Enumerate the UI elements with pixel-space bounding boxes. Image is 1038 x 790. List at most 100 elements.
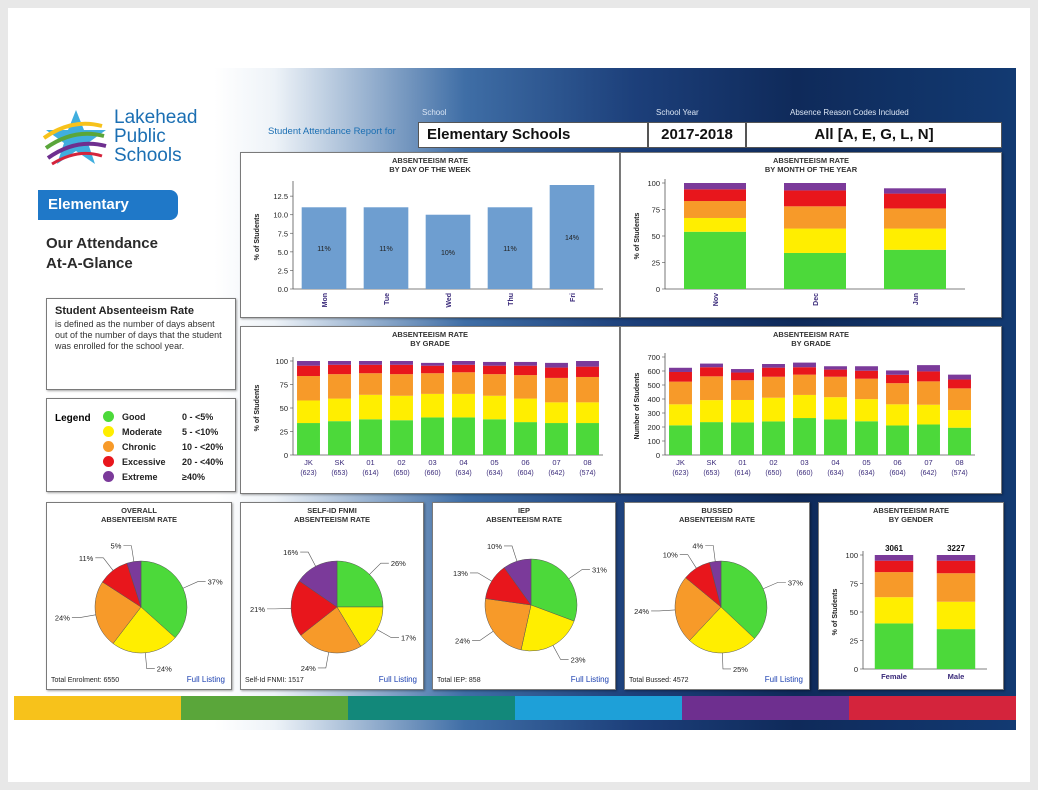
bar-segment-excessive <box>884 193 946 209</box>
x-tick-sublabel: (653) <box>331 470 347 477</box>
pie-data-label: 5% <box>111 542 122 551</box>
pie-data-label: 24% <box>634 607 649 616</box>
y-tick-label: 700 <box>647 353 660 362</box>
legend-swatch-icon <box>103 426 114 437</box>
bar-segment-chronic <box>793 374 816 395</box>
x-tick-label: 05 <box>862 458 870 467</box>
school-field[interactable]: Elementary Schools <box>418 122 648 148</box>
panel-grade-num: ABSENTEEISM RATE BY GRADE 0 100 200 300 400 50… <box>620 326 1002 494</box>
bar-segment-excessive <box>948 379 971 389</box>
pie-data-label: 10% <box>487 542 502 551</box>
x-tick-label: SK <box>334 458 344 467</box>
bar-segment-excessive <box>545 367 568 378</box>
legend-item-label: Extreme <box>122 471 158 482</box>
bar-data-label: 11% <box>379 246 393 253</box>
year-field[interactable]: 2017-2018 <box>648 122 746 148</box>
bar-segment-moderate <box>452 393 475 418</box>
x-tick-label: 02 <box>769 458 777 467</box>
legend-item: Chronic 10 - <20% <box>103 439 223 454</box>
y-tick-label: 0 <box>656 285 660 294</box>
bar-segment-excessive <box>762 367 785 377</box>
iep-full-listing-link[interactable]: Full Listing <box>571 675 609 684</box>
panel-grade-pct: ABSENTEEISM RATE BY GRADE 0 25 50 75 100% of … <box>240 326 620 494</box>
bar-data-label: 10% <box>441 250 455 257</box>
bar-segment-extreme <box>359 361 382 365</box>
bar-segment-extreme <box>824 366 847 370</box>
x-tick-sublabel: (574) <box>579 470 595 477</box>
chart-bussed: 37% 25% 24% 10% 4% <box>634 541 803 673</box>
pie-leader-line <box>317 652 330 669</box>
panel-month: ABSENTEEISM RATE BY MONTH OF THE YEAR 0 25… <box>620 152 1002 318</box>
x-tick-label: 06 <box>893 458 901 467</box>
fnmi-footer: Self-Id FNMI: 1517 <box>245 677 304 684</box>
bar-segment-chronic <box>297 376 320 401</box>
x-tick-sublabel: (650) <box>765 470 781 477</box>
x-tick-sublabel: (642) <box>548 470 564 477</box>
x-tick-label: Dec <box>813 293 820 306</box>
pie-data-label: 37% <box>208 578 223 587</box>
x-tick-sublabel: (574) <box>951 470 967 477</box>
panel-dow: ABSENTEEISM RATE BY DAY OF THE WEEK 0.0 2.… <box>240 152 620 318</box>
pie-data-label: 24% <box>301 664 316 673</box>
y-tick-label: 0 <box>854 665 858 674</box>
logo: Lakehead Public Schools <box>42 108 222 168</box>
bar-segment-excessive <box>576 366 599 377</box>
pie-leader-line <box>568 569 590 580</box>
pie-leader-line <box>182 581 206 589</box>
year-label: School Year <box>656 108 699 117</box>
bar-segment-good <box>545 423 568 455</box>
brand-color-block <box>515 696 682 720</box>
pie-data-label: 4% <box>692 541 703 550</box>
pie-leader-line <box>144 652 155 670</box>
bar-segment-good <box>297 423 320 455</box>
pie-leader-line <box>376 629 400 638</box>
bar-segment-moderate <box>762 397 785 422</box>
pie-data-label: 23% <box>571 655 586 664</box>
bar-segment-good <box>874 623 914 669</box>
fnmi-full-listing-link[interactable]: Full Listing <box>379 675 417 684</box>
codes-label: Absence Reason Codes Included <box>790 108 909 117</box>
x-tick-label: 01 <box>366 458 374 467</box>
y-axis-label: % of Students <box>634 213 641 260</box>
pie-data-label: 24% <box>455 636 470 645</box>
codes-field[interactable]: All [A, E, G, L, N] <box>746 122 1002 148</box>
bar-segment-chronic <box>855 378 878 400</box>
bar-segment-good <box>793 418 816 455</box>
report-label: Student Attendance Report for <box>268 126 396 137</box>
y-tick-label: 100 <box>275 357 288 366</box>
bar-segment-good <box>452 417 475 455</box>
brand-color-block <box>348 696 515 720</box>
bar-total-label: 3061 <box>885 544 903 553</box>
bar-segment-good <box>684 231 746 289</box>
x-tick-label: Fri <box>570 293 577 302</box>
bar-segment-extreme <box>886 370 909 375</box>
pie-data-label: 26% <box>391 559 406 568</box>
bar-segment-chronic <box>669 381 692 405</box>
legend-swatch-icon <box>103 471 114 482</box>
bar-segment-moderate <box>884 228 946 250</box>
bar-segment-extreme <box>297 361 320 366</box>
bar-segment-chronic <box>576 376 599 403</box>
panel-overall: OVERALL ABSENTEEISM RATE 37% 24% 24% 11% 5% T… <box>46 502 232 690</box>
x-tick-label: JK <box>676 458 685 467</box>
x-tick-label: 04 <box>831 458 839 467</box>
x-tick-label: Wed <box>446 293 453 308</box>
y-tick-label: 75 <box>280 381 288 390</box>
x-tick-label: SK <box>706 458 716 467</box>
y-tick-label: 200 <box>647 423 660 432</box>
level-tab[interactable]: Elementary <box>38 190 178 220</box>
x-tick-label: Mon <box>322 293 329 307</box>
panel-iep: IEP ABSENTEEISM RATE 31% 23% 24% 13% 10% Tota… <box>432 502 616 690</box>
x-tick-label: JK <box>304 458 313 467</box>
x-tick-sublabel: (634) <box>827 470 843 477</box>
bussed-full-listing-link[interactable]: Full Listing <box>765 675 803 684</box>
x-tick-sublabel: (660) <box>796 470 812 477</box>
x-tick-sublabel: (614) <box>734 470 750 477</box>
bar-segment-excessive <box>328 364 351 375</box>
overall-full-listing-link[interactable]: Full Listing <box>187 675 225 684</box>
level-tab-label: Elementary <box>48 196 129 213</box>
bar-segment-moderate <box>576 402 599 424</box>
bar-segment-extreme <box>669 367 692 372</box>
chart-fnmi: 26% 17% 24% 21% 16% <box>250 548 416 673</box>
bar-segment-moderate <box>421 393 444 418</box>
